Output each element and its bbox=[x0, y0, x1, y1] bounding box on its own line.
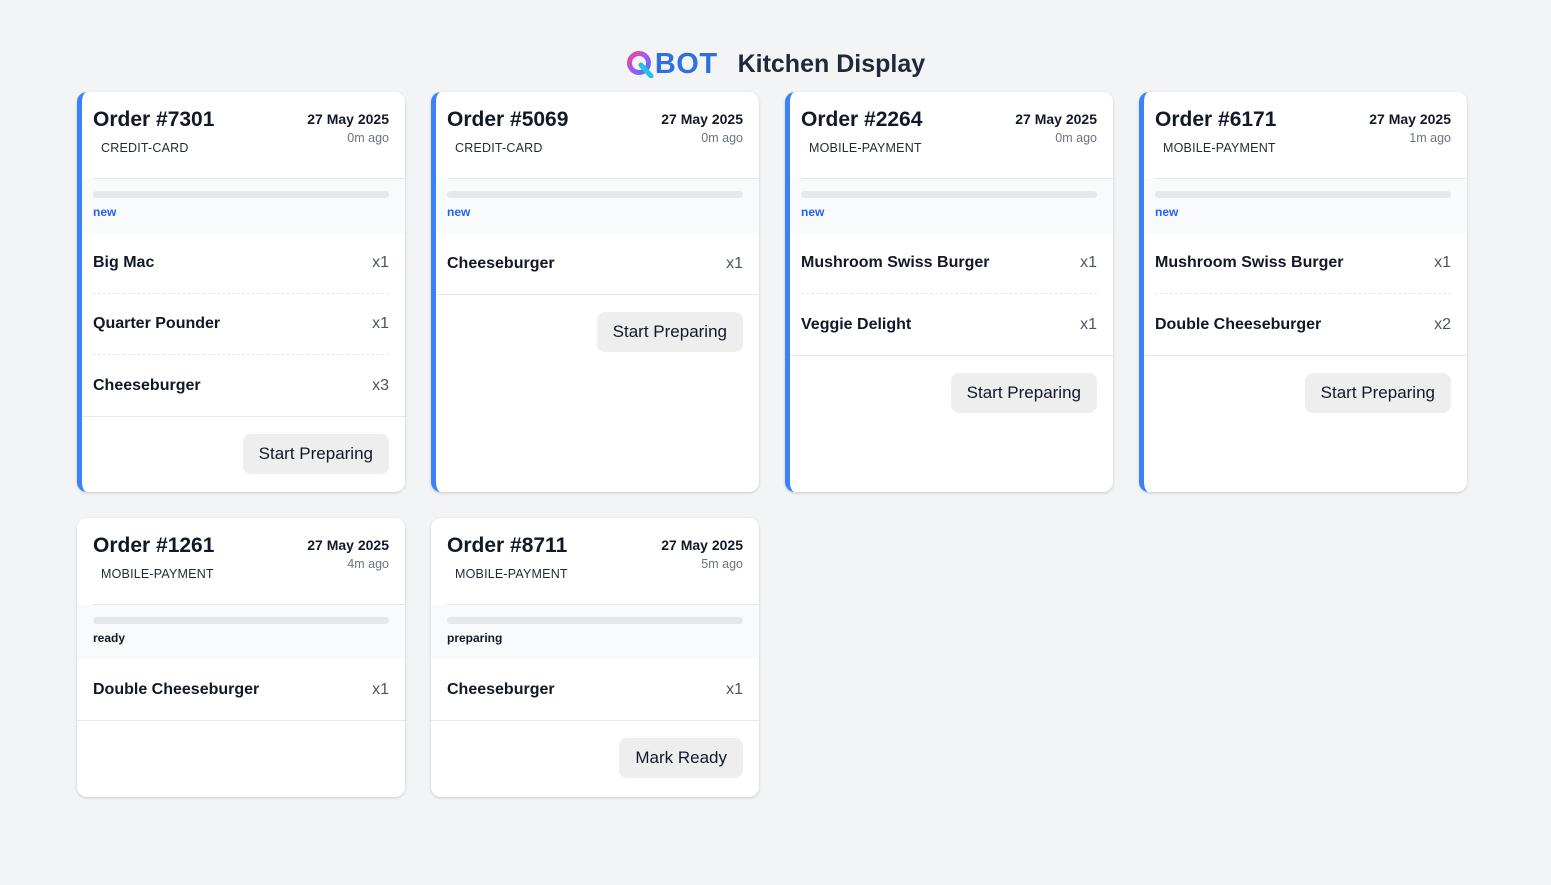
order-date: 27 May 2025 bbox=[661, 537, 743, 553]
payment-method: MOBILE-PAYMENT bbox=[1163, 141, 1276, 155]
list-item: Cheeseburger x1 bbox=[447, 659, 743, 720]
order-number: Order #5069 bbox=[447, 108, 569, 131]
status-label: preparing bbox=[447, 631, 503, 645]
payment-method: CREDIT-CARD bbox=[455, 141, 543, 155]
item-name: Quarter Pounder bbox=[93, 315, 221, 332]
payment-method: MOBILE-PAYMENT bbox=[809, 141, 922, 155]
order-date: 27 May 2025 bbox=[661, 111, 743, 127]
order-date: 27 May 2025 bbox=[307, 111, 389, 127]
item-qty: x1 bbox=[726, 680, 743, 698]
order-items: Mushroom Swiss Burger x1 Double Cheesebu… bbox=[1144, 233, 1467, 356]
item-name: Mushroom Swiss Burger bbox=[1155, 254, 1344, 271]
item-qty: x1 bbox=[372, 680, 389, 698]
order-items: Cheeseburger x1 bbox=[436, 233, 759, 295]
order-elapsed: 0m ago bbox=[347, 131, 389, 145]
order-date: 27 May 2025 bbox=[1369, 111, 1451, 127]
status-label: new bbox=[447, 205, 471, 219]
list-item: Mushroom Swiss Burger x1 bbox=[1155, 233, 1451, 294]
mark-ready-button[interactable]: Mark Ready bbox=[619, 737, 743, 778]
progress-bar bbox=[1155, 191, 1451, 198]
order-elapsed: 5m ago bbox=[701, 557, 743, 571]
order-items: Big Mac x1 Quarter Pounder x1 Cheeseburg… bbox=[82, 233, 405, 417]
order-items: Mushroom Swiss Burger x1 Veggie Delight … bbox=[790, 233, 1113, 356]
item-name: Cheeseburger bbox=[447, 254, 555, 272]
order-number: Order #7301 bbox=[93, 108, 215, 131]
payment-method: MOBILE-PAYMENT bbox=[455, 567, 568, 581]
list-item: Cheeseburger x3 bbox=[93, 355, 389, 416]
order-card: Order #5069 CREDIT-CARD 27 May 2025 0m a… bbox=[431, 92, 759, 492]
order-items: Double Cheeseburger x1 bbox=[77, 659, 405, 721]
order-items: Cheeseburger x1 bbox=[431, 659, 759, 721]
payment-method: CREDIT-CARD bbox=[101, 141, 189, 155]
order-card: Order #1261 MOBILE-PAYMENT 27 May 2025 4… bbox=[77, 518, 405, 797]
page-header: BOT Kitchen Display bbox=[0, 44, 1551, 84]
status-label: new bbox=[801, 205, 825, 219]
status-label: new bbox=[1155, 205, 1179, 219]
payment-method: MOBILE-PAYMENT bbox=[101, 567, 214, 581]
item-name: Big Mac bbox=[93, 254, 155, 271]
status-label: new bbox=[93, 205, 117, 219]
order-elapsed: 0m ago bbox=[1055, 131, 1097, 145]
status-label: ready bbox=[93, 631, 126, 645]
start-preparing-button[interactable]: Start Preparing bbox=[242, 433, 389, 474]
item-name: Cheeseburger bbox=[447, 680, 555, 698]
page-title: Kitchen Display bbox=[737, 49, 926, 78]
progress-bar bbox=[447, 191, 743, 198]
order-elapsed: 4m ago bbox=[347, 557, 389, 571]
item-qty: x1 bbox=[372, 315, 389, 332]
order-elapsed: 0m ago bbox=[701, 131, 743, 145]
list-item: Quarter Pounder x1 bbox=[93, 294, 389, 355]
item-qty: x1 bbox=[1434, 254, 1451, 271]
item-qty: x3 bbox=[372, 376, 389, 394]
order-date: 27 May 2025 bbox=[307, 537, 389, 553]
order-number: Order #6171 bbox=[1155, 108, 1277, 131]
item-name: Double Cheeseburger bbox=[93, 680, 260, 698]
item-name: Double Cheeseburger bbox=[1155, 315, 1322, 333]
item-name: Veggie Delight bbox=[801, 315, 912, 333]
list-item: Double Cheeseburger x2 bbox=[1155, 294, 1451, 355]
qbot-logo: BOT bbox=[626, 48, 718, 81]
start-preparing-button[interactable]: Start Preparing bbox=[596, 311, 743, 352]
list-item: Veggie Delight x1 bbox=[801, 294, 1097, 355]
item-qty: x1 bbox=[1080, 254, 1097, 271]
q-logo-icon bbox=[626, 51, 654, 78]
list-item: Cheeseburger x1 bbox=[447, 233, 743, 294]
order-elapsed: 1m ago bbox=[1409, 131, 1451, 145]
item-qty: x1 bbox=[372, 254, 389, 271]
item-name: Mushroom Swiss Burger bbox=[801, 254, 990, 271]
start-preparing-button[interactable]: Start Preparing bbox=[950, 372, 1097, 413]
item-qty: x1 bbox=[1080, 315, 1097, 333]
progress-bar bbox=[447, 617, 743, 624]
start-preparing-button[interactable]: Start Preparing bbox=[1304, 372, 1451, 413]
progress-bar bbox=[93, 191, 389, 198]
order-number: Order #8711 bbox=[447, 534, 568, 557]
order-card: Order #7301 CREDIT-CARD 27 May 2025 0m a… bbox=[77, 92, 405, 492]
order-number: Order #1261 bbox=[93, 534, 215, 557]
list-item: Big Mac x1 bbox=[93, 233, 389, 294]
order-card: Order #8711 MOBILE-PAYMENT 27 May 2025 5… bbox=[431, 518, 759, 797]
item-qty: x2 bbox=[1434, 315, 1451, 333]
logo-text: BOT bbox=[654, 47, 718, 80]
list-item: Mushroom Swiss Burger x1 bbox=[801, 233, 1097, 294]
progress-bar bbox=[93, 617, 389, 624]
progress-bar bbox=[801, 191, 1097, 198]
item-qty: x1 bbox=[726, 254, 743, 272]
order-date: 27 May 2025 bbox=[1015, 111, 1097, 127]
order-card: Order #2264 MOBILE-PAYMENT 27 May 2025 0… bbox=[785, 92, 1113, 492]
order-card: Order #6171 MOBILE-PAYMENT 27 May 2025 1… bbox=[1139, 92, 1467, 492]
order-number: Order #2264 bbox=[801, 108, 923, 131]
list-item: Double Cheeseburger x1 bbox=[93, 659, 389, 720]
item-name: Cheeseburger bbox=[93, 376, 201, 394]
